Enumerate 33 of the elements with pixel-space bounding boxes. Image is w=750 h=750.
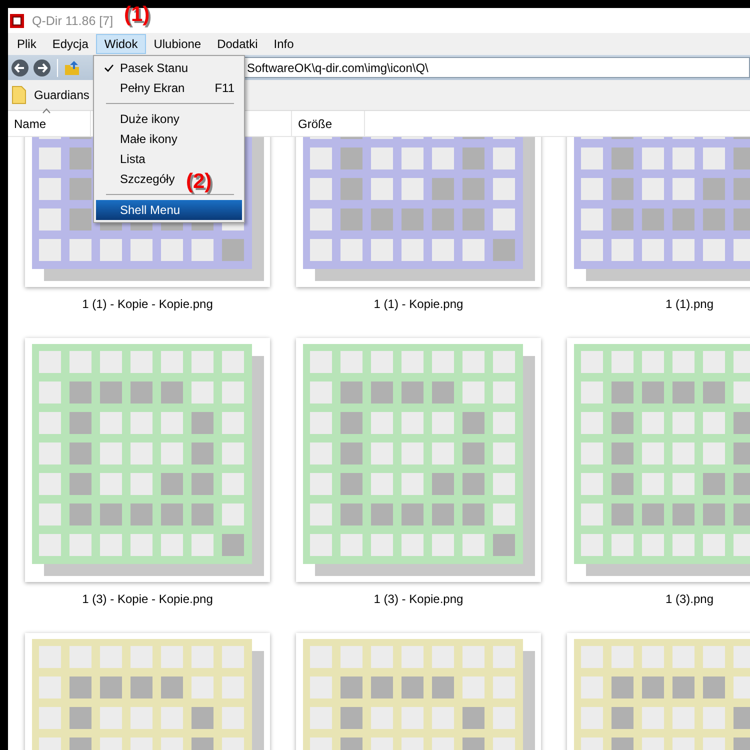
menu-entry[interactable]: Lista [96, 149, 150, 169]
back-icon[interactable] [11, 58, 29, 76]
menu-entry[interactable]: Shell Menu [96, 200, 242, 220]
file-name: 1 (3) - Kopie - Kopie.png [82, 592, 213, 608]
forward-icon[interactable] [33, 58, 51, 76]
menu-item[interactable]: Ulubione [146, 34, 210, 54]
sort-caret-icon [42, 108, 51, 114]
address-field[interactable]: SoftwareOK\q-dir.com\img\icon\Q\ [244, 57, 750, 78]
file-name: 1 (3) - Kopie.png [374, 592, 464, 608]
menu-item[interactable]: Edycja [44, 34, 96, 54]
file-name: 1 (1) - Kopie - Kopie.png [82, 297, 213, 313]
annotation-label: (1) [124, 3, 150, 27]
favorite-folder[interactable]: Guardians [12, 86, 90, 104]
column-header[interactable]: Name [8, 111, 91, 136]
folder-up-icon[interactable] [64, 60, 80, 76]
menu-entry[interactable]: Małe ikony [96, 129, 182, 149]
menu-entry[interactable]: Pełny Ekran F11 [96, 78, 238, 98]
menu-entry[interactable]: Duże ikony [96, 109, 184, 129]
window-title: Q-Dir 11.86 [7] [32, 14, 114, 28]
menu-item[interactable]: Dodatki [209, 34, 266, 54]
menu-item[interactable]: Widok [96, 34, 146, 54]
annotation-label: (2) [186, 170, 212, 194]
menu-entry[interactable]: Pasek Stanu [96, 58, 192, 78]
shortcut-text: F11 [214, 81, 234, 95]
column-header[interactable]: Größe [292, 111, 365, 136]
file-name: 1 (1).png [665, 297, 714, 313]
checkmark-icon [104, 64, 114, 72]
menu-entry[interactable]: Szczegóły [96, 169, 179, 189]
folder-icon [12, 86, 26, 104]
menu-item[interactable]: Info [266, 34, 302, 54]
menu-item[interactable]: Plik [9, 34, 44, 54]
file-name: 1 (3).png [665, 592, 714, 608]
file-name: 1 (1) - Kopie.png [374, 297, 464, 313]
